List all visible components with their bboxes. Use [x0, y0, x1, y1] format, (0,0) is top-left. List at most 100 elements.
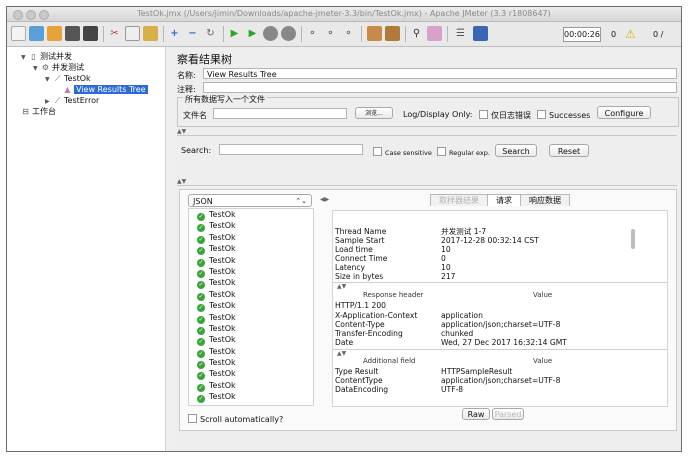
configure-button[interactable]: Configure: [597, 106, 651, 119]
toggle-icon[interactable]: ↻: [203, 26, 218, 41]
checkbox-box[interactable]: [373, 147, 382, 156]
reset-search-icon[interactable]: [427, 26, 442, 41]
list-item[interactable]: ✓ TestOk: [189, 368, 313, 381]
clear-icon[interactable]: [367, 26, 382, 41]
collapse-arrows-icon[interactable]: ▲▼: [337, 283, 346, 290]
header-key: X-Application-Context: [335, 311, 418, 320]
list-item[interactable]: ✓ TestOk: [189, 300, 313, 313]
tree-node-workbench[interactable]: ⊟ 工作台: [21, 106, 56, 117]
expand-arrow-icon[interactable]: ▼: [45, 74, 53, 85]
case-sensitive-checkbox[interactable]: Case sensitive: [373, 147, 432, 157]
raw-parsed-tabs: Raw Parsed: [332, 408, 524, 420]
expand-arrow-icon[interactable]: ▼: [33, 63, 41, 74]
sample-results-list: ✓ TestOk ✓ TestOk ✓ TestOk ✓ TestOk ✓ TestOk …: [188, 208, 314, 406]
search-button[interactable]: Search: [495, 144, 537, 157]
view-results-tree-panel: 察看结果树 名称: View Results Tree 注释: 所有数据写入一个…: [173, 47, 681, 451]
collapse-arrows-icon[interactable]: ▲▼: [337, 350, 346, 357]
list-item[interactable]: ✓ TestOk: [189, 277, 313, 290]
toolbar-separator: [447, 26, 448, 42]
filename-field[interactable]: [213, 108, 347, 119]
cut-icon[interactable]: ✂: [107, 26, 122, 41]
tab-sampler-result[interactable]: 取样器结果: [430, 194, 488, 206]
expand-arrow-icon[interactable]: ▼: [21, 52, 29, 63]
additional-key: Type Result: [335, 367, 379, 376]
search-icon[interactable]: ⚲: [409, 26, 424, 41]
list-item[interactable]: ✓ TestOk: [189, 334, 313, 347]
split-bar[interactable]: [177, 185, 677, 186]
new-template-icon[interactable]: [11, 26, 26, 41]
divider: [333, 282, 667, 283]
paste-icon[interactable]: [143, 26, 158, 41]
list-item[interactable]: ✓ TestOk: [189, 357, 313, 370]
additional-field-column: Additional field: [363, 357, 416, 365]
comment-field[interactable]: [203, 82, 677, 93]
start-no-pauses-icon[interactable]: ▶: [245, 26, 260, 41]
response-header-column: Response header: [363, 291, 424, 299]
search-input[interactable]: [219, 144, 363, 155]
stop-icon[interactable]: [263, 26, 278, 41]
help-icon[interactable]: [473, 26, 488, 41]
list-item[interactable]: ✓ TestOk: [189, 391, 313, 404]
window-title: TestOk.jmx (/Users/jimin/Downloads/apach…: [137, 9, 551, 18]
tab-parsed[interactable]: Parsed: [492, 408, 524, 420]
list-item[interactable]: ✓ TestOk: [189, 312, 313, 324]
detail-scrollbar[interactable]: [631, 229, 635, 249]
gear-icon: ⚙: [41, 63, 50, 72]
remote-exit-icon[interactable]: ⚬: [341, 26, 356, 41]
additional-key: ContentType: [335, 376, 383, 385]
collapse-arrows-icon[interactable]: ▲▼: [177, 128, 186, 135]
tab-raw[interactable]: Raw: [462, 408, 490, 420]
remote-start-icon[interactable]: ⚬: [305, 26, 320, 41]
collapse-arrows-icon[interactable]: ▲▼: [177, 178, 186, 185]
reset-button[interactable]: Reset: [549, 144, 589, 157]
clear-all-icon[interactable]: [385, 26, 400, 41]
errors-only-checkbox[interactable]: 仅日志错误: [479, 110, 531, 121]
list-item[interactable]: ✓ TestOk: [189, 323, 313, 335]
name-field[interactable]: View Results Tree: [203, 68, 677, 79]
success-check-icon: ✓: [197, 304, 205, 313]
collapse-icon[interactable]: −: [185, 26, 200, 41]
list-item[interactable]: ✓ TestOk: [189, 209, 313, 221]
tab-response-data[interactable]: 响应数据: [520, 194, 570, 206]
additional-value: HTTPSampleResult: [441, 367, 513, 376]
tree-node-view-results-tree[interactable]: ▲ View Results Tree: [63, 84, 148, 95]
title-bar: TestOk.jmx (/Users/jimin/Downloads/apach…: [7, 7, 681, 22]
filename-label: 文件名: [183, 111, 207, 120]
log-display-label: Log/Display Only:: [403, 110, 473, 119]
collapse-arrows-icon[interactable]: ◀▶: [320, 196, 329, 203]
start-icon[interactable]: ▶: [227, 26, 242, 41]
warning-icon[interactable]: ⚠: [625, 28, 636, 40]
list-item[interactable]: ✓ TestOk: [189, 220, 313, 233]
checkbox-box[interactable]: [437, 147, 446, 156]
save-icon[interactable]: [65, 26, 80, 41]
expand-icon[interactable]: +: [167, 26, 182, 41]
field-value: 217: [441, 272, 456, 281]
tab-request[interactable]: 请求: [487, 194, 521, 206]
field-key: Connect Time: [335, 254, 388, 263]
function-helper-icon[interactable]: ☰: [453, 26, 468, 41]
successes-checkbox[interactable]: Successes: [537, 110, 590, 120]
scroll-automatically-checkbox[interactable]: Scroll automatically?: [188, 414, 283, 424]
browse-button[interactable]: 浏览...: [355, 107, 393, 119]
list-item[interactable]: ✓ TestOk: [189, 243, 313, 256]
checkbox-box[interactable]: [479, 110, 488, 119]
checkbox-box[interactable]: [188, 414, 197, 423]
save-as-icon[interactable]: [83, 26, 98, 41]
list-item[interactable]: ✓ TestOk: [189, 289, 313, 301]
warning-count: 0: [611, 30, 617, 39]
copy-icon[interactable]: [125, 26, 140, 41]
open-folder-icon[interactable]: [47, 26, 62, 41]
shutdown-icon[interactable]: [281, 26, 296, 41]
list-item[interactable]: ✓ TestOk: [189, 346, 313, 358]
regex-checkbox[interactable]: Regular exp.: [437, 147, 490, 157]
list-item[interactable]: ✓ TestOk: [189, 380, 313, 392]
list-item[interactable]: ✓ TestOk: [189, 255, 313, 267]
remote-stop-icon[interactable]: ⚬: [323, 26, 338, 41]
split-bar[interactable]: [177, 135, 677, 136]
list-item[interactable]: ✓ TestOk: [189, 266, 313, 278]
list-scrollbar[interactable]: [313, 255, 314, 267]
list-item[interactable]: ✓ TestOk: [189, 232, 313, 244]
renderer-select[interactable]: JSON ⌃⌄: [188, 194, 312, 207]
templates-icon[interactable]: [29, 26, 44, 41]
checkbox-box[interactable]: [537, 110, 546, 119]
